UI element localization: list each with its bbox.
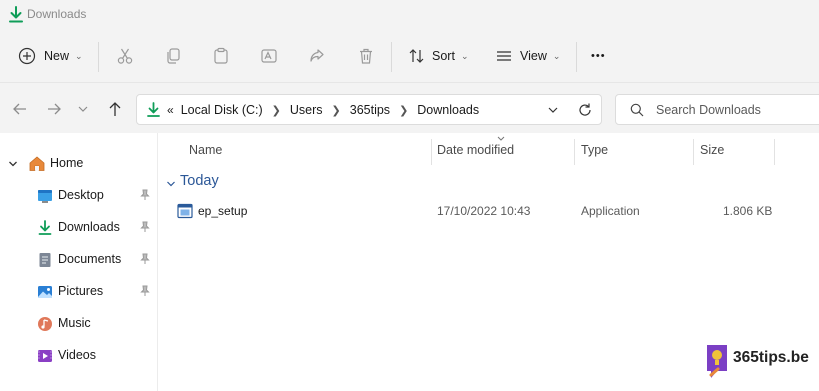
download-icon (147, 102, 160, 117)
column-divider[interactable] (574, 139, 575, 165)
chevron-right-icon: ❯ (331, 104, 341, 117)
navigation-bar: « Local Disk (C:) ❯ Users ❯ 365tips ❯ Do… (0, 83, 819, 133)
pictures-icon (38, 286, 52, 298)
sidebar-item-documents[interactable]: Documents (0, 247, 157, 273)
chevron-right-icon: ❯ (271, 104, 281, 117)
brand-watermark: 365tips.be (702, 339, 819, 391)
file-name: ep_setup (198, 204, 248, 218)
search-input[interactable] (654, 100, 818, 120)
sidebar-item-downloads[interactable]: Downloads (0, 215, 157, 241)
sort-chevron-icon (497, 136, 505, 141)
breadcrumb-overflow[interactable]: « (167, 103, 174, 117)
recent-locations-chevron-icon[interactable] (76, 100, 90, 118)
view-button[interactable]: View ⌄ (495, 41, 560, 71)
column-divider[interactable] (431, 139, 432, 165)
sidebar-item-label: Desktop (58, 188, 104, 202)
rename-icon[interactable] (260, 47, 278, 65)
column-header-type[interactable]: Type (581, 143, 608, 165)
toolbar-divider (98, 42, 99, 72)
videos-icon (38, 350, 52, 362)
sidebar-item-label: Documents (58, 252, 122, 266)
view-label: View (520, 49, 547, 63)
toolbar-divider (391, 42, 392, 72)
breadcrumb-downloads[interactable]: Downloads (417, 103, 479, 117)
sort-icon (409, 49, 424, 63)
new-label: New (44, 49, 70, 63)
file-type: Application (581, 204, 640, 218)
pin-icon[interactable] (139, 253, 151, 265)
chevron-down-icon: ⌄ (75, 50, 83, 61)
sidebar-item-label: Pictures (58, 284, 104, 298)
column-header-name[interactable]: Name (189, 143, 222, 165)
documents-icon (39, 253, 51, 267)
sidebar-item-videos[interactable]: Videos (0, 343, 157, 369)
file-list: Name Date modified Type Size Today ep_se… (158, 133, 819, 391)
sidebar-item-label: Downloads (58, 220, 120, 234)
column-divider[interactable] (693, 139, 694, 165)
search-icon (630, 103, 644, 117)
application-icon (177, 203, 193, 219)
chevron-right-icon: ❯ (399, 104, 409, 117)
chevron-down-icon: ⌄ (460, 50, 469, 61)
breadcrumb-local-disk[interactable]: Local Disk (C:) (181, 103, 263, 117)
navigation-pane: Home Desktop Downloads Documents Picture… (0, 133, 157, 391)
column-header-date-modified[interactable]: Date modified (437, 143, 514, 165)
copy-icon[interactable] (164, 47, 182, 65)
sidebar-item-home[interactable]: Home (0, 151, 157, 177)
new-button[interactable]: New ⌄ (18, 41, 83, 71)
download-icon (38, 220, 52, 235)
download-icon (9, 6, 23, 23)
sidebar-item-label: Home (50, 156, 84, 170)
up-arrow-icon[interactable] (106, 100, 124, 118)
view-icon (497, 51, 511, 61)
back-arrow-icon[interactable] (11, 100, 29, 118)
cut-icon[interactable] (116, 47, 134, 65)
breadcrumb-365tips[interactable]: 365tips (350, 103, 390, 117)
sort-label: Sort (432, 49, 455, 63)
chevron-down-icon[interactable] (8, 159, 18, 169)
brand-name: 365tips.be (733, 349, 809, 366)
address-bar[interactable]: « Local Disk (C:) ❯ Users ❯ 365tips ❯ Do… (136, 94, 602, 125)
paste-icon[interactable] (212, 47, 230, 65)
sidebar-item-label: Videos (58, 348, 96, 362)
music-icon (38, 317, 52, 331)
column-divider[interactable] (774, 139, 775, 165)
column-header-size[interactable]: Size (700, 143, 724, 165)
chevron-down-icon[interactable] (166, 179, 176, 189)
forward-arrow-icon[interactable] (45, 100, 63, 118)
sidebar-item-desktop[interactable]: Desktop (0, 183, 157, 209)
share-icon[interactable] (308, 47, 326, 65)
refresh-icon[interactable] (577, 102, 593, 118)
pin-icon[interactable] (139, 189, 151, 201)
chevron-down-icon: ⌄ (552, 50, 561, 61)
sidebar-item-music[interactable]: Music (0, 311, 157, 337)
home-icon (29, 156, 45, 171)
toolbar-divider (576, 42, 577, 72)
pin-icon[interactable] (139, 285, 151, 297)
command-bar: New ⌄ Sort ⌄ View ⌄ ••• (0, 30, 819, 83)
more-icon: ••• (591, 50, 606, 62)
table-row[interactable]: ep_setup 17/10/2022 10:43 Application 1.… (158, 198, 819, 224)
sidebar-item-label: Music (58, 316, 91, 330)
more-options-button[interactable]: ••• (591, 41, 606, 71)
group-header-today[interactable]: Today (180, 173, 219, 189)
delete-icon[interactable] (357, 47, 375, 65)
breadcrumb: « Local Disk (C:) ❯ Users ❯ 365tips ❯ Do… (167, 103, 479, 117)
brand-logo-icon (707, 345, 727, 378)
desktop-icon (38, 190, 52, 203)
plus-circle-icon (18, 47, 36, 65)
title-bar: Downloads (0, 0, 819, 30)
file-date-modified: 17/10/2022 10:43 (437, 204, 531, 218)
search-box[interactable] (615, 94, 819, 125)
breadcrumb-users[interactable]: Users (290, 103, 323, 117)
address-dropdown-icon[interactable] (545, 102, 561, 118)
window-title: Downloads (27, 7, 87, 21)
file-size: 1.806 KB (723, 204, 773, 218)
sidebar-item-pictures[interactable]: Pictures (0, 279, 157, 305)
sort-button[interactable]: Sort ⌄ (408, 41, 468, 71)
pin-icon[interactable] (139, 221, 151, 233)
